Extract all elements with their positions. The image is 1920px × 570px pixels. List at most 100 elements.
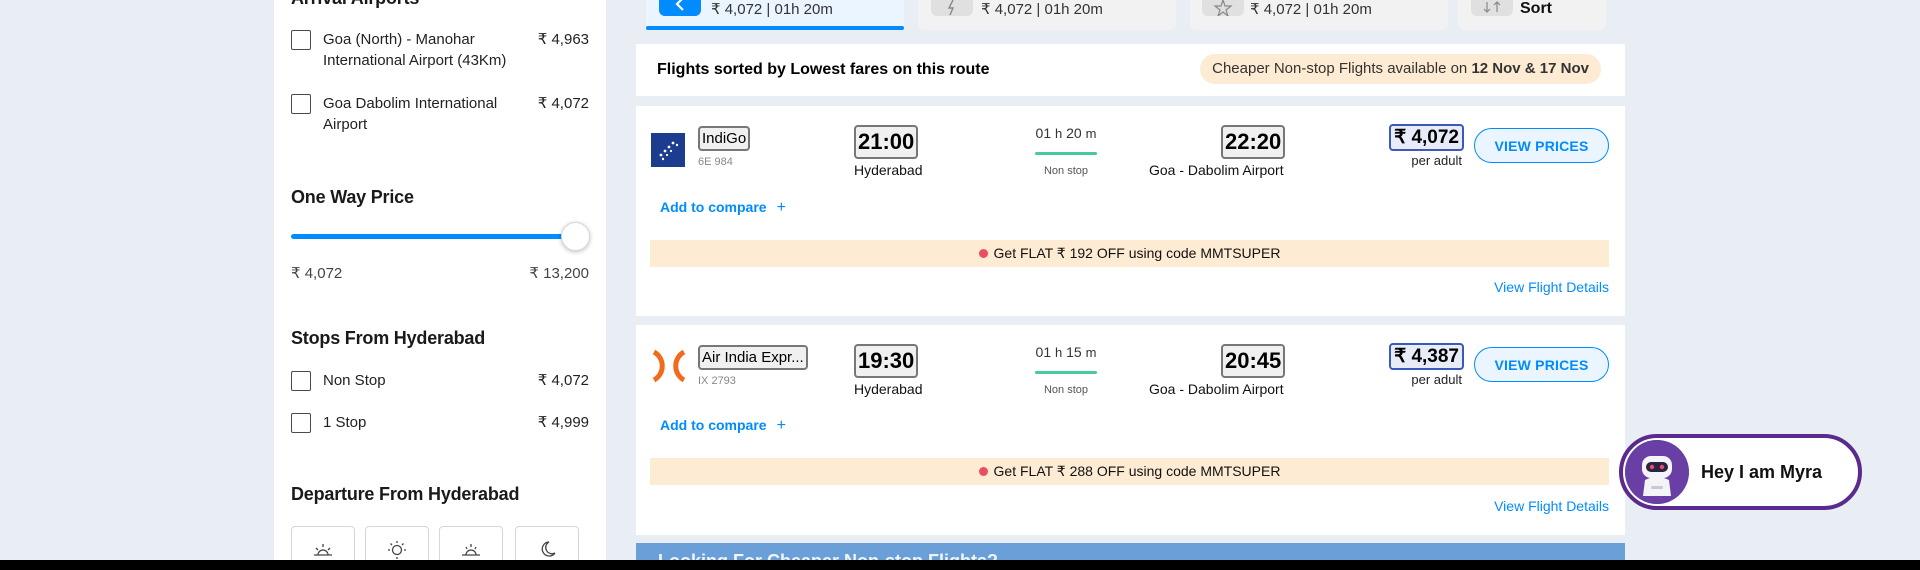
duration-hours: 01	[1035, 344, 1052, 360]
filter-label: Goa (North) - Manohar International Airp…	[323, 31, 507, 69]
tab-text: ₹ 4,072 | 01h 20m	[1250, 1, 1372, 18]
departure-time: 19:30	[854, 344, 919, 378]
sort-label: Sort	[1520, 0, 1552, 17]
filter-price: ₹ 4,999	[537, 414, 589, 431]
filter-non-stop[interactable]: Non Stop ₹ 4,072	[291, 370, 589, 391]
filters-sidebar: Arrival Airports Goa (North) - Manohar I…	[274, 0, 606, 560]
sorted-title: Flights sorted by Lowest fares on this r…	[657, 61, 990, 78]
flight-card: Air India Expr... IX 2793 19:30 Hyderaba…	[636, 325, 1625, 535]
flight-number: IX 2793	[698, 375, 736, 387]
view-prices-button[interactable]: VIEW PRICES	[1474, 347, 1609, 382]
price-range-min: ₹ 4,072	[291, 265, 343, 282]
tab-sort[interactable]: Sort	[1458, 0, 1606, 30]
hours-unit: h	[1055, 345, 1063, 360]
minutes-unit: m	[1085, 126, 1097, 141]
duration-minutes: 20	[1066, 125, 1082, 141]
compare-label: Add to compare	[660, 417, 767, 433]
indigo-logo-icon	[651, 133, 685, 167]
airline-name: IndiGo	[698, 126, 751, 151]
flight-price: ₹ 4,387	[1389, 343, 1464, 370]
moon-icon	[541, 541, 556, 557]
filter-one-stop[interactable]: 1 Stop ₹ 4,999	[291, 412, 589, 433]
sort-icon	[1471, 0, 1513, 16]
flight-price: ₹ 4,072	[1389, 124, 1464, 151]
sorted-header: Flights sorted by Lowest fares on this r…	[636, 44, 1625, 96]
compare-label: Add to compare	[660, 199, 767, 215]
tab-text: ₹ 4,072 | 01h 20m	[981, 1, 1103, 18]
arrival-time: 22:20	[1221, 125, 1286, 159]
departure-time: 21:00	[854, 125, 919, 159]
arrival-airports-heading: Arrival Airports	[291, 0, 419, 9]
minutes-unit: m	[1085, 345, 1097, 360]
pill-dates: 12 Nov & 17 Nov	[1471, 60, 1589, 77]
flight-duration: 01 h 15 m	[1006, 344, 1126, 360]
view-prices-button[interactable]: VIEW PRICES	[1474, 128, 1609, 163]
one-way-price-heading: One Way Price	[291, 187, 414, 207]
departure-afternoon[interactable]	[439, 526, 503, 560]
offer-dot-icon	[978, 249, 988, 258]
sun-icon	[388, 541, 406, 559]
sunrise-icon	[314, 544, 332, 556]
arrival-city: Goa - Dabolim Airport	[1149, 381, 1284, 397]
myra-robot-icon	[1625, 440, 1689, 504]
plus-icon: +	[776, 417, 786, 434]
per-adult-label: per adult	[1411, 372, 1462, 387]
departure-morning[interactable]	[365, 526, 429, 560]
tab-text: ₹ 4,072 | 01h 20m	[711, 1, 833, 18]
departure-early-morning[interactable]	[291, 526, 355, 560]
lightning-icon	[931, 0, 973, 16]
departure-city: Hyderabad	[854, 162, 923, 178]
arrival-time: 20:45	[1221, 344, 1286, 378]
price-slider-handle[interactable]	[561, 222, 590, 251]
add-to-compare-link[interactable]: Add to compare +	[660, 199, 786, 217]
duration-hours: 01	[1035, 125, 1052, 141]
stops-heading: Stops From Hyderabad	[291, 328, 486, 348]
duration-minutes: 15	[1066, 344, 1082, 360]
checkbox[interactable]	[291, 30, 311, 50]
air-india-express-logo-icon	[651, 348, 686, 383]
filter-arrival-goa-north[interactable]: Goa (North) - Manohar International Airp…	[291, 29, 589, 71]
tab-fastest[interactable]: ₹ 4,072 | 01h 20m	[918, 0, 1176, 30]
per-adult-label: per adult	[1411, 153, 1462, 168]
myra-chatbot-button[interactable]: Hey I am Myra	[1619, 434, 1862, 510]
plus-icon: +	[776, 199, 786, 216]
checkbox[interactable]	[291, 94, 311, 114]
pill-prefix: Cheaper Non-stop Flights available on	[1212, 60, 1472, 77]
departure-city: Hyderabad	[854, 381, 923, 397]
bottom-edge	[0, 560, 1920, 570]
flight-number: 6E 984	[698, 156, 733, 168]
offer-text: Get FLAT ₹ 288 OFF using code MMTSUPER	[993, 463, 1281, 479]
checkbox[interactable]	[291, 413, 311, 433]
add-to-compare-link[interactable]: Add to compare +	[660, 417, 786, 435]
duration-line	[1035, 152, 1097, 155]
stops-info: Non stop	[1043, 384, 1089, 396]
departure-night[interactable]	[515, 526, 579, 560]
departure-heading: Departure From Hyderabad	[291, 484, 520, 504]
flight-card: IndiGo 6E 984 21:00 Hyderabad 01 h 20 m …	[636, 106, 1625, 316]
filter-label: 1 Stop	[323, 414, 367, 431]
filter-label: Goa Dabolim International Airport	[323, 95, 498, 133]
rupee-icon	[659, 0, 701, 16]
view-flight-details-link[interactable]: View Flight Details	[1494, 279, 1609, 295]
sunset-icon	[462, 544, 480, 556]
price-range-max: ₹ 13,200	[529, 265, 589, 282]
offer-text: Get FLAT ₹ 192 OFF using code MMTSUPER	[993, 245, 1281, 261]
checkbox[interactable]	[291, 371, 311, 391]
myra-label: Hey I am Myra	[1701, 462, 1823, 482]
star-icon	[1202, 0, 1244, 18]
filter-price: ₹ 4,072	[537, 372, 589, 389]
tab-cheapest[interactable]: ₹ 4,072 | 01h 20m	[646, 0, 904, 30]
stops-info: Non stop	[1043, 165, 1089, 177]
view-flight-details-link[interactable]: View Flight Details	[1494, 498, 1609, 514]
duration-line	[1035, 371, 1097, 374]
hours-unit: h	[1055, 126, 1063, 141]
cheaper-nonstop-pill[interactable]: Cheaper Non-stop Flights available on 12…	[1200, 54, 1601, 84]
offer-dot-icon	[978, 467, 988, 476]
price-slider-track[interactable]	[291, 234, 579, 239]
flight-duration: 01 h 20 m	[1006, 125, 1126, 141]
filter-price: ₹ 4,963	[537, 31, 589, 48]
tab-you-may-prefer[interactable]: ₹ 4,072 | 01h 20m	[1190, 0, 1448, 30]
filter-arrival-goa-dabolim[interactable]: Goa Dabolim International Airport ₹ 4,07…	[291, 93, 589, 135]
filter-price: ₹ 4,072	[537, 95, 589, 112]
filter-label: Non Stop	[323, 372, 386, 389]
